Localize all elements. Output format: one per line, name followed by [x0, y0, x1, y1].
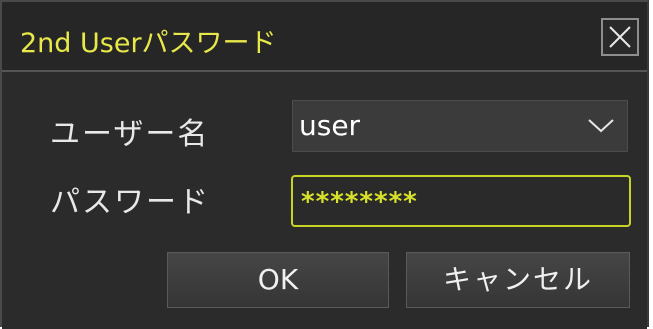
dialog-titlebar: 2nd Userパスワード — [2, 2, 647, 72]
username-select[interactable]: user — [292, 100, 628, 152]
dialog-body: ユーザー名 user パスワード ******** OK キャンセル — [2, 72, 647, 329]
close-icon — [609, 26, 631, 48]
cancel-button[interactable]: キャンセル — [406, 252, 630, 308]
username-label: ユーザー名 — [50, 117, 210, 152]
chevron-down-icon — [588, 119, 614, 133]
dialog-title: 2nd Userパスワード — [20, 28, 277, 59]
password-label: パスワード — [50, 185, 210, 220]
username-select-value: user — [299, 109, 361, 142]
password-dialog: 2nd Userパスワード ユーザー名 user パスワード ******** … — [0, 0, 649, 329]
password-field-value: ******** — [301, 187, 418, 217]
close-button[interactable] — [601, 18, 639, 56]
ok-button[interactable]: OK — [167, 252, 389, 308]
password-field[interactable]: ******** — [291, 175, 631, 227]
